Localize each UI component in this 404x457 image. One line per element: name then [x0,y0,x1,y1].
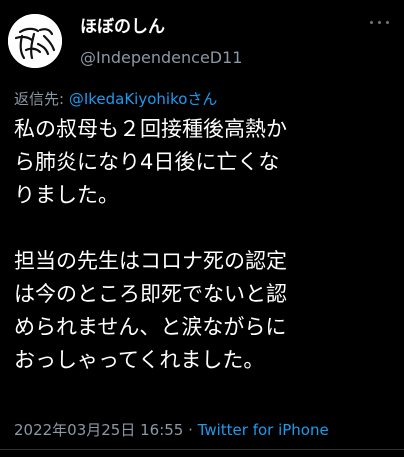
avatar-image [8,14,62,68]
tweet-text-line: おっしゃってくれました。 [14,348,265,372]
tweet-meta: 2022年03月25日 16:55 · Twitter for iPhone [14,419,329,440]
avatar[interactable] [8,14,62,68]
tweet-text-line: 私の叔母も２回接種後高熱か [14,117,287,141]
reply-to-line: 返信先: @IkedaKiyohikoさん [14,88,217,109]
tweet-card: ほぼのしん @IndependenceD11 返信先: @IkedaKiyohi… [0,0,404,457]
tweet-text-line: は今のところ即死でないと認 [14,282,287,306]
user-handle[interactable]: @IndependenceD11 [80,48,242,67]
tweet-text-line: ら肺炎になり4日後に亡くな [14,150,280,174]
tweet-client-link[interactable]: Twitter for iPhone [198,421,329,439]
tweet-body: 私の叔母も２回接種後高熱か ら肺炎になり4日後に亡くな りました。 担当の先生は… [14,113,399,377]
display-name[interactable]: ほぼのしん [80,12,165,37]
tweet-timestamp[interactable]: 2022年03月25日 16:55 [14,421,183,439]
divider [0,449,404,450]
tweet-text-line: められません、と涙ながらに [14,315,287,339]
reply-mention-link[interactable]: @IkedaKiyohikoさん [69,90,218,108]
reply-prefix: 返信先: [14,90,69,108]
meta-separator: · [183,421,198,439]
more-options-icon[interactable] [366,14,394,32]
tweet-text-line: りました。 [14,183,119,207]
tweet-text-line: 担当の先生はコロナ死の認定 [14,249,287,273]
